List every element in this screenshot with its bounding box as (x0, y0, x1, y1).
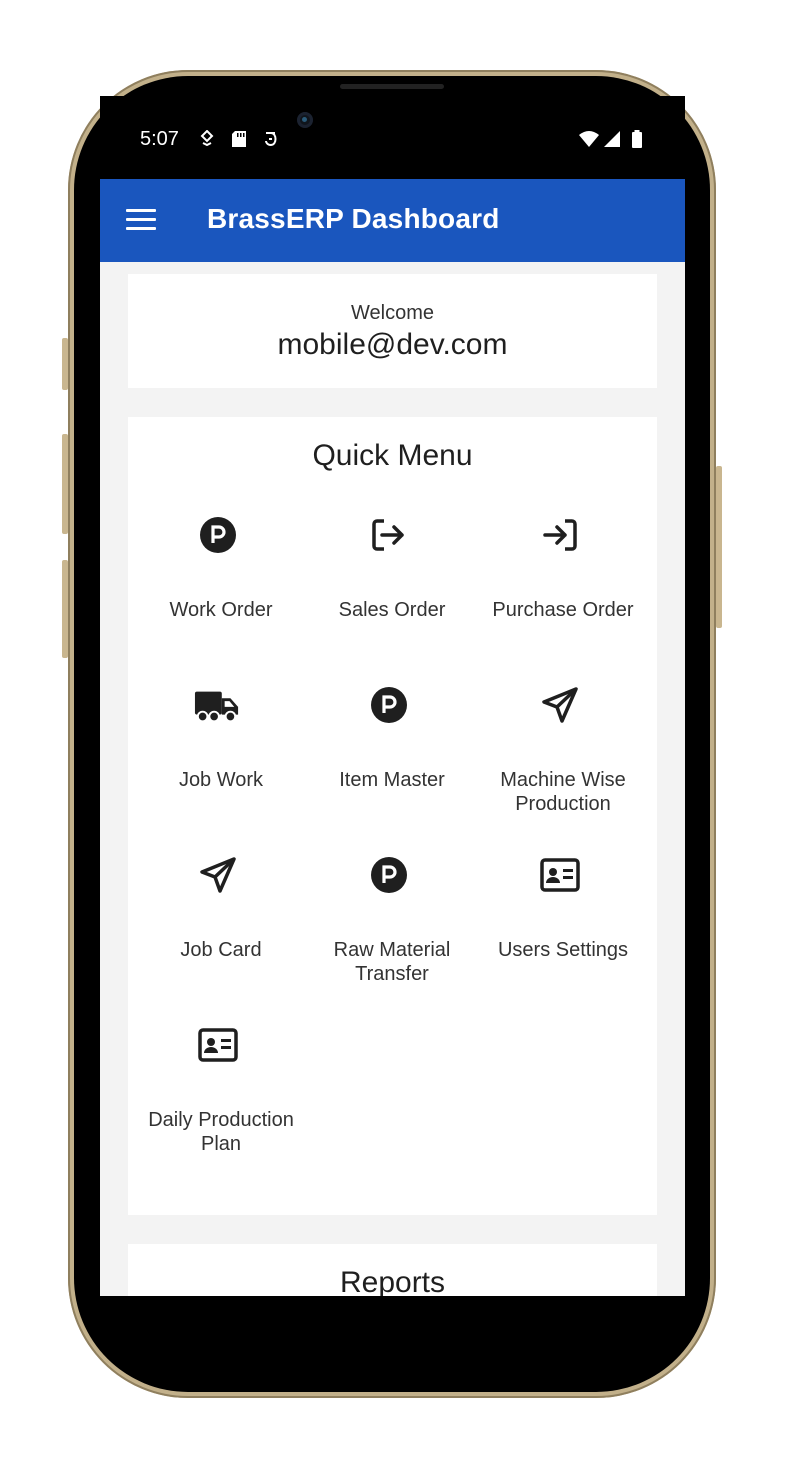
id-card-icon (198, 1028, 238, 1062)
menu-item-job-work[interactable]: Job Work (136, 685, 306, 835)
menu-item-label: Work Order (169, 599, 273, 621)
sign-in-icon (543, 519, 577, 551)
speaker-grille (340, 84, 444, 89)
welcome-card: Welcome mobile@dev.com (128, 274, 657, 388)
paper-plane-icon (200, 857, 236, 893)
menu-item-daily-production-plan[interactable]: Daily Production Plan (136, 1025, 306, 1175)
menu-item-label: Job Work (178, 769, 264, 791)
front-camera (297, 112, 313, 128)
paper-plane-icon (542, 687, 578, 723)
menu-item-purchase-order[interactable]: Purchase Order (478, 515, 648, 665)
location-icon (200, 130, 214, 146)
parking-circle-icon (371, 687, 407, 723)
welcome-label: Welcome (351, 302, 434, 324)
status-bar: 5:07 (100, 96, 685, 178)
wifi-icon (579, 131, 599, 147)
menu-item-label: Item Master (339, 769, 445, 791)
sign-out-icon (372, 519, 404, 551)
screen: 5:07 BrassERP Dashboard Welcome mobile@d… (100, 96, 685, 1296)
status-time: 5:07 (140, 128, 179, 150)
id-card-icon (540, 858, 580, 892)
reports-title: Reports (339, 1266, 446, 1296)
sync-icon (265, 132, 277, 147)
menu-item-users-settings[interactable]: Users Settings (478, 855, 648, 1005)
menu-item-label: Raw Material Transfer (333, 939, 451, 985)
menu-item-label: Purchase Order (492, 599, 634, 621)
quick-menu-card: Quick Menu Work Order Sales Order Purcha… (128, 417, 657, 1215)
battery-icon (632, 130, 642, 148)
dashboard-content[interactable]: Welcome mobile@dev.com Quick Menu Work O… (100, 262, 685, 1296)
menu-item-item-master[interactable]: Item Master (307, 685, 477, 835)
parking-circle-icon (200, 517, 236, 553)
hamburger-menu-icon[interactable] (126, 209, 156, 231)
menu-item-raw-material-transfer[interactable]: Raw Material Transfer (307, 855, 477, 1005)
menu-item-label: Machine Wise Production (500, 769, 626, 815)
menu-item-machine-wise-production[interactable]: Machine Wise Production (478, 685, 648, 835)
user-email: mobile@dev.com (277, 328, 508, 361)
menu-item-work-order[interactable]: Work Order (136, 515, 306, 665)
menu-item-sales-order[interactable]: Sales Order (307, 515, 477, 665)
parking-circle-icon (371, 857, 407, 893)
quick-menu-title: Quick Menu (312, 439, 473, 472)
cell-signal-icon (604, 131, 620, 147)
sd-card-icon (232, 131, 246, 147)
menu-item-label: Sales Order (338, 599, 446, 621)
menu-item-label: Daily Production Plan (148, 1109, 294, 1155)
reports-card: Reports (128, 1244, 657, 1296)
power-button (716, 466, 722, 628)
menu-item-label: Users Settings (497, 939, 629, 961)
truck-icon (194, 691, 239, 723)
menu-item-job-card[interactable]: Job Card (136, 855, 306, 1005)
app-title: BrassERP Dashboard (207, 203, 500, 234)
menu-item-label: Job Card (180, 939, 262, 961)
app-bar: BrassERP Dashboard (100, 179, 685, 262)
